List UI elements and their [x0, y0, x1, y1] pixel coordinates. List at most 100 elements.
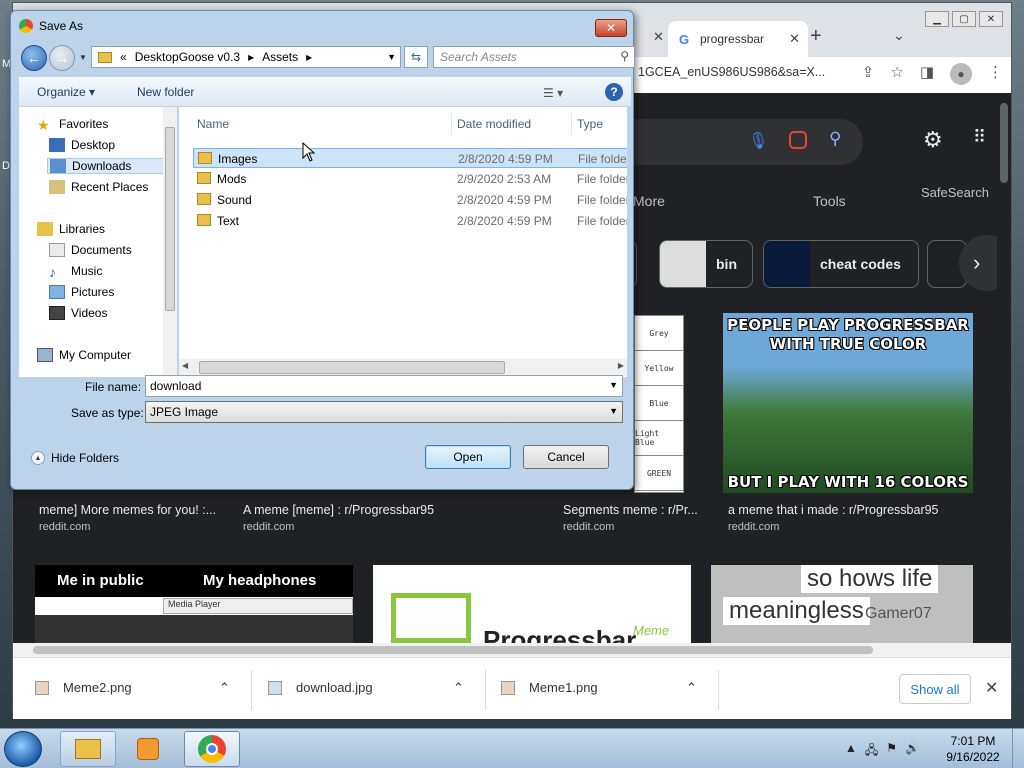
nav-videos[interactable]: Videos — [49, 306, 107, 320]
hide-folders-toggle[interactable]: ▲ Hide Folders — [31, 451, 119, 465]
clock[interactable]: 7:01 PM 9/16/2022 — [940, 733, 1006, 765]
close-tab-icon[interactable]: ✕ — [653, 29, 664, 45]
nav-documents[interactable]: Documents — [49, 243, 132, 257]
chevron-up-icon[interactable]: ⌃ — [686, 680, 697, 696]
taskbar-explorer[interactable] — [60, 731, 116, 767]
file-row[interactable]: Mods 2/9/2020 2:53 AM File folder — [193, 169, 627, 189]
open-button[interactable]: Open — [425, 445, 511, 469]
result-title[interactable]: meme] More memes for you! :... — [39, 503, 216, 517]
action-center-icon[interactable]: ⚑ — [886, 741, 897, 762]
browser-tab[interactable]: G progressbar ✕ — [668, 21, 808, 57]
nav-tools[interactable]: Tools — [813, 193, 846, 209]
show-all-button[interactable]: Show all — [899, 674, 971, 704]
address-bar[interactable]: 1GCEA_enUS986US986&sa=X... — [638, 65, 843, 79]
apps-grid-icon[interactable]: ⠿ — [973, 127, 986, 148]
nav-favorites[interactable]: ★ Favorites — [37, 117, 108, 133]
breadcrumb-separator[interactable]: ▸ — [248, 50, 254, 64]
profile-avatar[interactable]: ● — [950, 63, 972, 85]
taskbar-media-player[interactable] — [120, 731, 176, 767]
start-button[interactable] — [4, 731, 42, 767]
file-list-horizontal-scrollbar[interactable]: ◀ ▶ — [179, 359, 627, 376]
new-folder-button[interactable]: New folder — [137, 85, 194, 99]
menu-kebab-icon[interactable]: ⋮ — [988, 63, 1003, 85]
bookmark-star-icon[interactable]: ☆ — [890, 63, 903, 85]
result-title[interactable]: Segments meme : r/Pr... — [563, 503, 698, 517]
breadcrumb-item[interactable]: Assets — [262, 50, 298, 64]
chevron-up-icon[interactable]: ⌃ — [453, 680, 464, 696]
close-icon[interactable]: ✕ — [985, 678, 998, 698]
result-image-meme[interactable]: PEOPLE PLAY PROGRESSBAR WITH TRUE COLOR … — [723, 313, 973, 493]
share-icon[interactable]: ⇪ — [862, 63, 875, 85]
file-row[interactable]: Images 2/8/2020 4:59 PM File folder — [193, 148, 627, 168]
scroll-thumb[interactable] — [1000, 103, 1008, 183]
search-icon[interactable]: ⚲ — [829, 129, 841, 149]
close-window-button[interactable]: ✕ — [979, 11, 1003, 27]
dialog-close-button[interactable]: ✕ — [595, 19, 627, 37]
result-title[interactable]: A meme [meme] : r/Progressbar95 — [243, 503, 434, 517]
result-title[interactable]: a meme that i made : r/Progressbar95 — [728, 503, 939, 517]
result-image-meaningless[interactable]: so hows life meaningless Gamer07 — [711, 565, 973, 643]
scroll-thumb[interactable] — [199, 361, 505, 374]
column-header-type[interactable]: Type — [577, 117, 603, 131]
nav-downloads[interactable]: Downloads — [47, 158, 167, 174]
result-image-colors[interactable]: Grey Yellow Blue Light Blue GREEN — [634, 315, 684, 493]
volume-icon[interactable]: 🔊 — [905, 741, 920, 762]
file-row[interactable]: Sound 2/8/2020 4:59 PM File folder — [193, 190, 627, 210]
organize-menu[interactable]: Organize ▾ — [37, 85, 95, 99]
file-name-field[interactable]: download ▼ — [145, 375, 623, 397]
scroll-thumb[interactable] — [33, 646, 873, 654]
scroll-right-arrow[interactable]: ▶ — [618, 361, 624, 370]
lens-icon[interactable] — [789, 131, 807, 149]
search-box[interactable] — [623, 119, 863, 165]
tab-search-icon[interactable]: ⌄ — [893, 27, 905, 44]
nav-safesearch[interactable]: SafeSearch — [921, 185, 989, 200]
download-item[interactable]: download.jpg — [268, 680, 373, 695]
gear-icon[interactable]: ⚙ — [923, 127, 943, 153]
result-image-public[interactable]: Me in public My headphones Media Player — [35, 565, 353, 643]
recent-locations-dropdown[interactable]: ▼ — [79, 53, 87, 62]
new-tab-button[interactable]: + — [810, 25, 822, 48]
sidepanel-icon[interactable]: ◨ — [920, 63, 934, 85]
show-desktop-button[interactable] — [1012, 729, 1024, 768]
chevron-down-icon[interactable]: ▼ — [609, 406, 618, 416]
scroll-left-arrow[interactable]: ◀ — [182, 361, 188, 370]
download-item[interactable]: Meme2.png — [35, 680, 132, 695]
breadcrumb-item[interactable]: DesktopGoose v0.3 — [135, 50, 240, 64]
column-header-name[interactable]: Name — [197, 117, 229, 131]
nav-desktop[interactable]: Desktop — [49, 138, 115, 152]
cancel-button[interactable]: Cancel — [523, 445, 609, 469]
chip-bin[interactable]: bin — [659, 240, 753, 288]
download-item[interactable]: Meme1.png — [501, 680, 598, 695]
breadcrumb[interactable]: « DesktopGoose v0.3 ▸ Assets ▸ ▼ — [91, 46, 401, 68]
scroll-thumb[interactable] — [165, 127, 175, 311]
network-icon[interactable]: 🖧 — [865, 741, 878, 762]
column-divider[interactable] — [451, 113, 452, 135]
minimize-button[interactable]: ▁ — [925, 11, 949, 27]
maximize-button[interactable]: ▢ — [952, 11, 976, 27]
search-input[interactable]: Search Assets ⚲ — [433, 46, 635, 68]
close-tab-icon[interactable]: ✕ — [789, 31, 800, 47]
save-type-select[interactable]: JPEG Image ▼ — [145, 401, 623, 423]
back-button[interactable]: ← — [21, 45, 47, 71]
nav-pane-scrollbar[interactable] — [163, 107, 177, 377]
nav-pictures[interactable]: Pictures — [49, 285, 114, 299]
result-image-progressbar-logo[interactable]: Progressbar Meme — [373, 565, 691, 643]
column-divider[interactable] — [571, 113, 572, 135]
nav-recent-places[interactable]: Recent Places — [49, 180, 148, 194]
breadcrumb-separator[interactable]: ▸ — [306, 50, 312, 64]
page-vertical-scrollbar[interactable] — [997, 93, 1011, 643]
help-icon[interactable]: ? — [605, 83, 623, 101]
nav-libraries[interactable]: Libraries — [37, 222, 105, 236]
breadcrumb-overflow[interactable]: « — [120, 50, 127, 64]
file-row[interactable]: Text 2/8/2020 4:59 PM File folder — [193, 211, 627, 231]
nav-more[interactable]: More — [633, 193, 665, 209]
page-horizontal-scrollbar[interactable] — [13, 643, 1011, 657]
microphone-icon[interactable]: 🎙 — [748, 131, 768, 151]
refresh-button[interactable]: ⇆ — [404, 46, 428, 68]
chevron-down-icon[interactable]: ▼ — [609, 380, 618, 390]
column-header-date[interactable]: Date modified — [457, 117, 531, 131]
chip-cheat-codes[interactable]: cheat codes — [763, 240, 919, 288]
chevron-down-icon[interactable]: ▼ — [387, 52, 396, 62]
forward-button[interactable]: → — [49, 45, 75, 71]
show-hidden-icons[interactable]: ▲ — [845, 741, 857, 762]
